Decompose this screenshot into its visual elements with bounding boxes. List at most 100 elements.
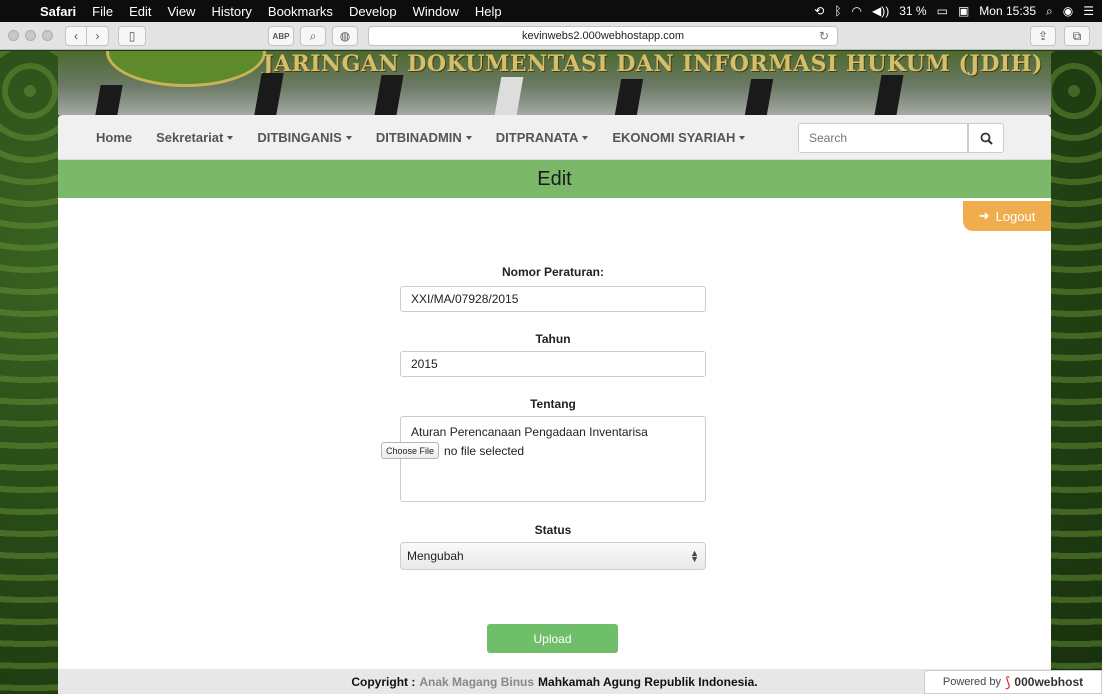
back-button[interactable]: ‹ (65, 25, 87, 46)
logout-label: Logout (995, 208, 1036, 224)
webhost-logo-icon: ⟆ (1004, 673, 1011, 690)
menu-file[interactable]: File (84, 4, 121, 19)
banner-title: JARINGAN DOKUMENTASI DAN INFORMASI HUKUM… (263, 51, 1043, 77)
magnifier-icon: ⌕ (309, 28, 317, 43)
bluetooth-icon[interactable]: ᛒ (834, 4, 841, 18)
footer-suffix: Mahkamah Agung Republik Indonesia. (538, 674, 758, 689)
building-pillar (494, 77, 524, 115)
status-label: Status (534, 523, 572, 537)
upload-button[interactable]: Upload (487, 624, 618, 653)
window-controls (8, 30, 53, 41)
reload-icon[interactable]: ↻ (819, 29, 829, 43)
building-pillar (254, 73, 284, 115)
nav-sekretariat[interactable]: Sekretariat (144, 130, 245, 145)
nav-ditpranata[interactable]: DITPRANATA (484, 130, 601, 145)
siri-icon[interactable]: ◉ (1063, 4, 1073, 18)
spotlight-icon[interactable]: ⌕ (1046, 4, 1053, 19)
nav-ekonomi-syariah[interactable]: EKONOMI SYARIAH (600, 130, 757, 145)
tabs-icon: ⧉ (1072, 28, 1082, 43)
logout-button[interactable]: ➜ Logout (963, 201, 1051, 231)
nav-home[interactable]: Home (84, 130, 144, 145)
nav-search-input[interactable] (798, 123, 968, 153)
main-navbar: Home Sekretariat DITBINGANIS DITBINADMIN… (58, 115, 1051, 160)
share-icon: ⇪ (1037, 29, 1049, 43)
input-source-icon[interactable]: ▣ (958, 4, 969, 18)
ghostery-button[interactable]: ◍ (332, 26, 358, 46)
choose-file-button[interactable]: Choose File (381, 442, 440, 459)
building-pillar (874, 75, 904, 115)
web-page: JARINGAN DOKUMENTASI DAN INFORMASI HUKUM… (0, 51, 1102, 694)
menu-help[interactable]: Help (467, 4, 510, 19)
browser-toolbar: ‹ › ▯ ABP ⌕ ◍ kevinwebs2.000webhostapp.c… (0, 22, 1102, 50)
file-upload-row: Choose File no file selected (381, 442, 524, 459)
nav-ditpranata-label: DITPRANATA (495, 129, 579, 145)
menu-clock[interactable]: Mon 15:35 (979, 4, 1036, 18)
time-machine-icon[interactable]: ⟲ (814, 4, 824, 18)
history-nav: ‹ › (65, 25, 109, 46)
caret-down-icon (345, 136, 352, 141)
select-arrows-icon: ▲ ▼ (690, 548, 699, 564)
share-button[interactable]: ⇪ (1030, 26, 1056, 46)
tentang-textarea[interactable]: Aturan Perencanaan Pengadaan Inventarisa (400, 416, 706, 502)
adblock-icon: ABP (272, 31, 290, 41)
forward-button[interactable]: › (87, 25, 109, 46)
nav-ditbinadmin[interactable]: DITBINADMIN (364, 130, 484, 145)
chevron-right-icon: › (95, 28, 100, 43)
close-window-button[interactable] (8, 30, 19, 41)
building-pillar (614, 79, 644, 115)
chevron-left-icon: ‹ (74, 28, 78, 43)
menu-bookmarks[interactable]: Bookmarks (260, 4, 341, 19)
powered-by-brand: 000webhost (1014, 675, 1084, 689)
menu-develop[interactable]: Develop (341, 4, 405, 19)
nomor-peraturan-input[interactable] (400, 286, 706, 312)
nav-search-button[interactable] (968, 123, 1004, 153)
zoom-window-button[interactable] (42, 30, 53, 41)
notification-center-icon[interactable]: ☰ (1083, 4, 1094, 18)
menu-window[interactable]: Window (405, 4, 467, 19)
macos-menu-bar: Safari File Edit View History Bookmarks … (0, 0, 1102, 22)
caret-down-icon (739, 136, 746, 141)
file-status-text: no file selected (444, 443, 525, 458)
wifi-icon[interactable]: ◠ (852, 4, 862, 18)
sidebar-icon: ▯ (128, 28, 136, 43)
tab-overview-button[interactable]: ⧉ (1064, 26, 1090, 46)
nav-ditbinganis[interactable]: DITBINGANIS (245, 130, 364, 145)
minimize-window-button[interactable] (25, 30, 36, 41)
battery-percent: 31 % (899, 4, 927, 18)
tahun-label: Tahun (535, 332, 571, 346)
nav-sekretariat-label: Sekretariat (156, 129, 224, 145)
tentang-label: Tentang (530, 397, 576, 411)
volume-icon[interactable]: ◀)) (872, 4, 889, 18)
search-icon (980, 132, 993, 145)
menu-view[interactable]: View (160, 4, 204, 19)
powered-by-text: Powered by (942, 676, 1001, 688)
url-text: kevinwebs2.000webhostapp.com (521, 30, 685, 42)
building-pillar (744, 79, 774, 115)
menu-history[interactable]: History (203, 4, 259, 19)
footer-link[interactable]: Anak Magang Binus (419, 675, 534, 689)
logout-icon: ➜ (978, 208, 990, 223)
menu-status-area: ⟲ ᛒ ◠ ◀)) 31 % ▭ ▣ Mon 15:35 ⌕ ◉ ☰ (814, 4, 1102, 19)
logo-seal (106, 51, 266, 87)
caret-down-icon (465, 136, 472, 141)
adblock-button[interactable]: ABP (268, 26, 294, 46)
sidebar-toggle-button[interactable]: ▯ (118, 25, 146, 46)
background-pattern-left (0, 51, 58, 694)
caret-down-icon (582, 136, 589, 141)
nav-ditbinadmin-label: DITBINADMIN (375, 129, 462, 145)
page-title-bar: Edit (58, 160, 1051, 198)
search-extension-button[interactable]: ⌕ (300, 26, 326, 46)
menu-edit[interactable]: Edit (121, 4, 159, 19)
battery-icon[interactable]: ▭ (937, 4, 948, 18)
nav-ditbinganis-label: DITBINGANIS (257, 129, 342, 145)
address-bar[interactable]: kevinwebs2.000webhostapp.com ↻ (368, 26, 838, 46)
edit-form-panel: ➜ Logout Nomor Peraturan: Tahun Tentang … (58, 198, 1051, 669)
footer-prefix: Copyright : (351, 674, 416, 689)
tahun-input[interactable] (400, 351, 706, 377)
background-pattern-right (1044, 51, 1102, 694)
powered-by-badge[interactable]: Powered by ⟆ 000webhost (924, 670, 1102, 694)
status-select[interactable]: Mengubah ▲ ▼ (400, 542, 706, 570)
caret-down-icon (227, 136, 234, 141)
menu-app-name[interactable]: Safari (32, 4, 84, 19)
footer-bar: Copyright : Anak Magang Binus Mahkamah A… (58, 669, 1051, 694)
